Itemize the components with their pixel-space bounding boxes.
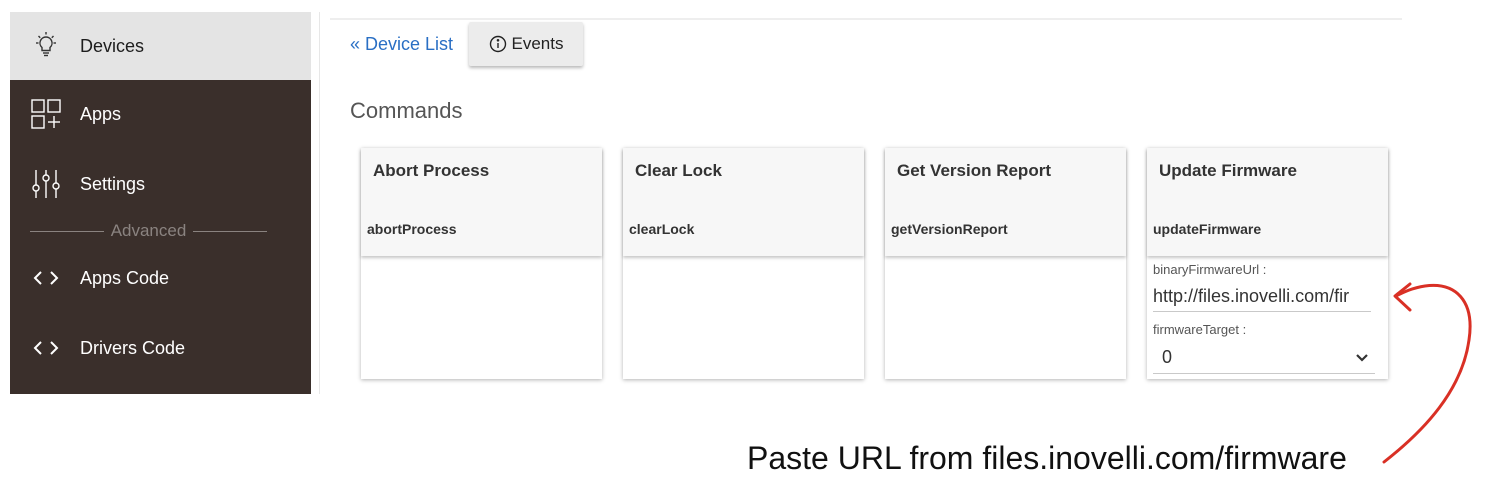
annotation-arrow xyxy=(1382,282,1472,464)
annotation-text: Paste URL from files.inovelli.com/firmwa… xyxy=(747,440,1347,476)
